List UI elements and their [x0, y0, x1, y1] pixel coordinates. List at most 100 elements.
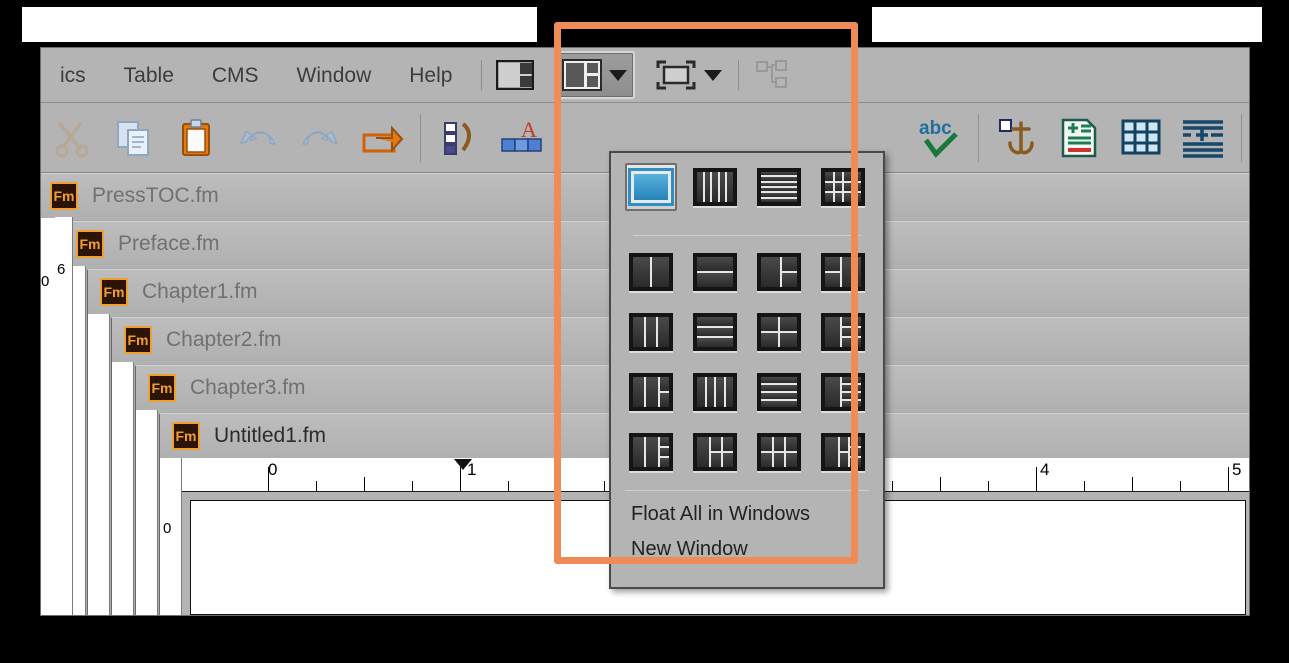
layout-option-columns-2[interactable]: [619, 248, 683, 296]
grid-2x2-layout-icon: [757, 313, 801, 351]
grid-3x2-layout-icon: [757, 433, 801, 471]
window-title: Preface.fm: [118, 232, 220, 255]
framemaker-badge-icon: Fm: [148, 374, 176, 402]
tab-marker-icon[interactable]: [454, 459, 472, 470]
redo-icon-button[interactable]: [289, 107, 351, 169]
two-left-3right-layout-icon: [629, 433, 673, 471]
columns-5-layout-icon: [693, 168, 737, 206]
left-split-right-layout-icon: [757, 253, 801, 291]
rows-3-layout-icon: [693, 313, 737, 351]
insert-table-icon-button[interactable]: [1110, 107, 1172, 169]
paste-icon: [182, 118, 210, 156]
character-format-icon-button[interactable]: A: [490, 107, 552, 169]
layout-option-grid-3x2[interactable]: [747, 428, 811, 476]
paragraph-format-icon: [1183, 119, 1223, 158]
rows-4-layout-icon: [757, 373, 801, 411]
insert-page-icon-button[interactable]: [1048, 107, 1110, 169]
layout-option-left-3-right[interactable]: [811, 308, 875, 356]
window-title: PressTOC.fm: [92, 184, 219, 207]
layout-option-two-left-3right[interactable]: [619, 428, 683, 476]
layout-option-rows-3[interactable]: [683, 308, 747, 356]
left-4-right-layout-icon: [821, 373, 865, 411]
left-3-right-layout-icon: [821, 313, 865, 351]
copy-icon: [117, 120, 149, 156]
layout-option-columns-3[interactable]: [619, 308, 683, 356]
cut-icon-button[interactable]: [41, 107, 103, 169]
columns-2-layout-icon: [629, 253, 673, 291]
layout-option-left-split-right[interactable]: [747, 248, 811, 296]
menu-item-table[interactable]: Table: [105, 48, 193, 103]
layout-option-mixed-grid[interactable]: [811, 428, 875, 476]
framemaker-window: ics Table CMS Window Help A abc Fm Press…: [40, 47, 1250, 616]
insert-table-icon: [1121, 119, 1161, 154]
copy-icon-button[interactable]: [103, 107, 165, 169]
layout-option-rows-4[interactable]: [747, 368, 811, 416]
window-title: Chapter3.fm: [190, 376, 306, 399]
layout-option-rows-2[interactable]: [683, 248, 747, 296]
workspace-layout-button[interactable]: [554, 51, 636, 99]
panel-layout-icon: [496, 60, 535, 90]
menu-bar: ics Table CMS Window Help: [41, 48, 1249, 103]
menubar-divider: [481, 60, 483, 90]
menu-item-float-all-in-windows[interactable]: Float All in Windows: [611, 491, 883, 526]
svg-text:abc: abc: [919, 118, 952, 139]
anchor-icon-button[interactable]: [986, 107, 1048, 169]
hierarchy-view-button[interactable]: [749, 55, 795, 95]
spellcheck-icon-button[interactable]: abc: [909, 107, 971, 169]
window-arrangement-menu[interactable]: Float All in Windows New Window: [609, 151, 885, 589]
toolbar-sep-1: [420, 113, 421, 162]
screenshot-root: ics Table CMS Window Help A abc Fm Press…: [0, 0, 1289, 663]
menu-item-cms[interactable]: CMS: [193, 48, 278, 103]
layout-option-split-left-right[interactable]: [811, 248, 875, 296]
layout-option-left-2x2[interactable]: [683, 428, 747, 476]
toolbar-divider: [738, 60, 740, 90]
menu-item-window[interactable]: Window: [278, 48, 391, 103]
numbering-icon-button[interactable]: [428, 107, 490, 169]
float-window-button[interactable]: [649, 51, 728, 99]
numbering-icon: [444, 121, 471, 155]
grid-4x3-layout-icon: [821, 168, 865, 206]
chevron-down-icon: [704, 69, 723, 81]
redo-icon: [302, 129, 339, 145]
layout-option-grid-2x2[interactable]: [747, 308, 811, 356]
vertical-ruler: 0: [160, 458, 182, 615]
columns-4-layout-icon: [693, 373, 737, 411]
cut-icon: [55, 121, 89, 157]
panel-toggle-button[interactable]: [492, 55, 538, 95]
menu-item-new-window[interactable]: New Window: [611, 526, 883, 561]
framemaker-badge-icon: Fm: [100, 278, 128, 306]
layout-grid: [611, 153, 883, 476]
menu-divider-1: [633, 235, 861, 236]
insert-arrow-icon-button[interactable]: [351, 107, 413, 169]
paste-icon-button[interactable]: [165, 107, 227, 169]
insert-arrow-icon: [362, 124, 404, 153]
rows-2-layout-icon: [693, 253, 737, 291]
layout-option-rows-6[interactable]: [747, 163, 811, 211]
menu-item-graphics[interactable]: ics: [41, 48, 105, 103]
workspace-layout-icon: [562, 59, 603, 91]
paragraph-format-icon-button[interactable]: [1172, 107, 1234, 169]
chevron-down-icon: [609, 69, 628, 81]
columns-3-layout-icon: [629, 313, 673, 351]
undo-icon-button[interactable]: [227, 107, 289, 169]
layout-option-grid-4x3[interactable]: [811, 163, 875, 211]
top-white-bar-left: [22, 7, 537, 42]
split-left-right-layout-icon: [821, 253, 865, 291]
rows-6-layout-icon: [757, 168, 801, 206]
toolbar-sep-2: [978, 113, 979, 162]
framemaker-badge-icon: Fm: [76, 230, 104, 258]
menu-item-help[interactable]: Help: [390, 48, 471, 103]
layout-option-columns-5[interactable]: [683, 163, 747, 211]
framemaker-badge-icon: Fm: [172, 422, 200, 450]
window-title: Untitled1.fm: [214, 424, 327, 447]
mixed-grid-layout-icon: [821, 433, 865, 471]
layout-option-columns-4[interactable]: [683, 368, 747, 416]
layout-option-left-4-right[interactable]: [811, 368, 875, 416]
layout-option-single[interactable]: [625, 163, 677, 211]
framemaker-badge-icon: Fm: [124, 326, 152, 354]
layout-option-two-left-split[interactable]: [619, 368, 683, 416]
window-title: Chapter1.fm: [142, 280, 258, 303]
hierarchy-icon: [756, 60, 788, 88]
character-format-icon: A: [501, 117, 542, 152]
toolbar-sep-3: [1241, 113, 1242, 162]
